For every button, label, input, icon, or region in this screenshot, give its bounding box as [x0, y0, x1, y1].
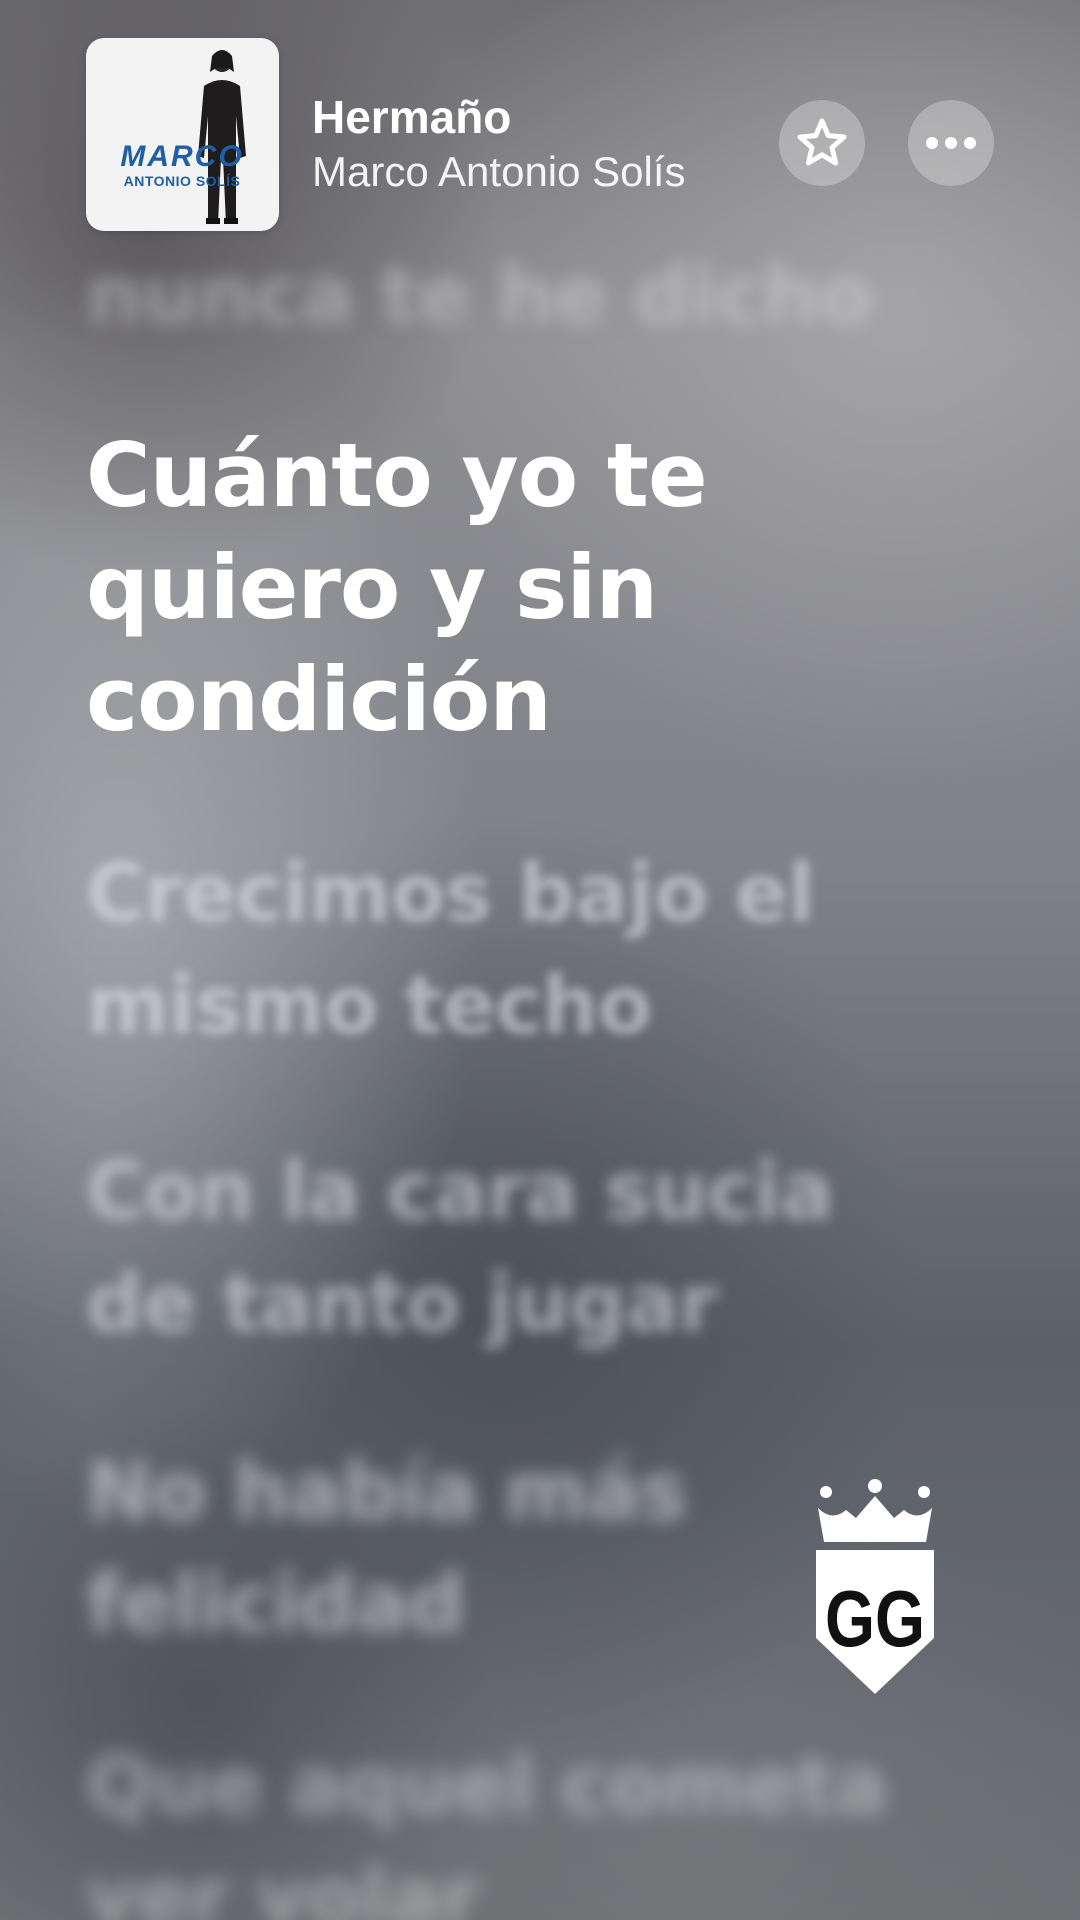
gg-crown-watermark: GG: [816, 1479, 934, 1694]
lyric-line-current[interactable]: Cuánto yo te quiero y sin condición: [86, 420, 786, 756]
album-logo: MARCO ANTONIO SOLÍS: [92, 140, 272, 189]
song-artist[interactable]: Marco Antonio Solís: [312, 148, 686, 196]
album-logo-subtext: ANTONIO SOLÍS: [123, 173, 241, 189]
favorite-button[interactable]: [779, 100, 865, 186]
star-icon: [797, 118, 847, 166]
now-playing-header: MARCO ANTONIO SOLÍS Hermaño Marco Antoni…: [86, 38, 1006, 232]
lyric-line-upcoming[interactable]: Crecimos bajo el mismo techo: [86, 838, 906, 1062]
lyric-line-upcoming[interactable]: Que aquel cometa ver volar: [86, 1730, 986, 1920]
song-title[interactable]: Hermaño: [312, 90, 511, 144]
album-artwork[interactable]: MARCO ANTONIO SOLÍS: [86, 38, 279, 231]
watermark-text: GG: [825, 1574, 925, 1663]
album-logo-text: MARCO: [120, 140, 244, 173]
lyric-line-upcoming[interactable]: No había más felicidad: [86, 1436, 706, 1660]
more-options-button[interactable]: [908, 100, 994, 186]
lyric-line-upcoming[interactable]: Con la cara sucia de tanto jugar: [86, 1136, 926, 1360]
lyric-line-previous[interactable]: nunca te he dicho: [86, 240, 986, 352]
album-artist-figure: [198, 50, 246, 224]
ellipsis-icon: [926, 137, 976, 149]
